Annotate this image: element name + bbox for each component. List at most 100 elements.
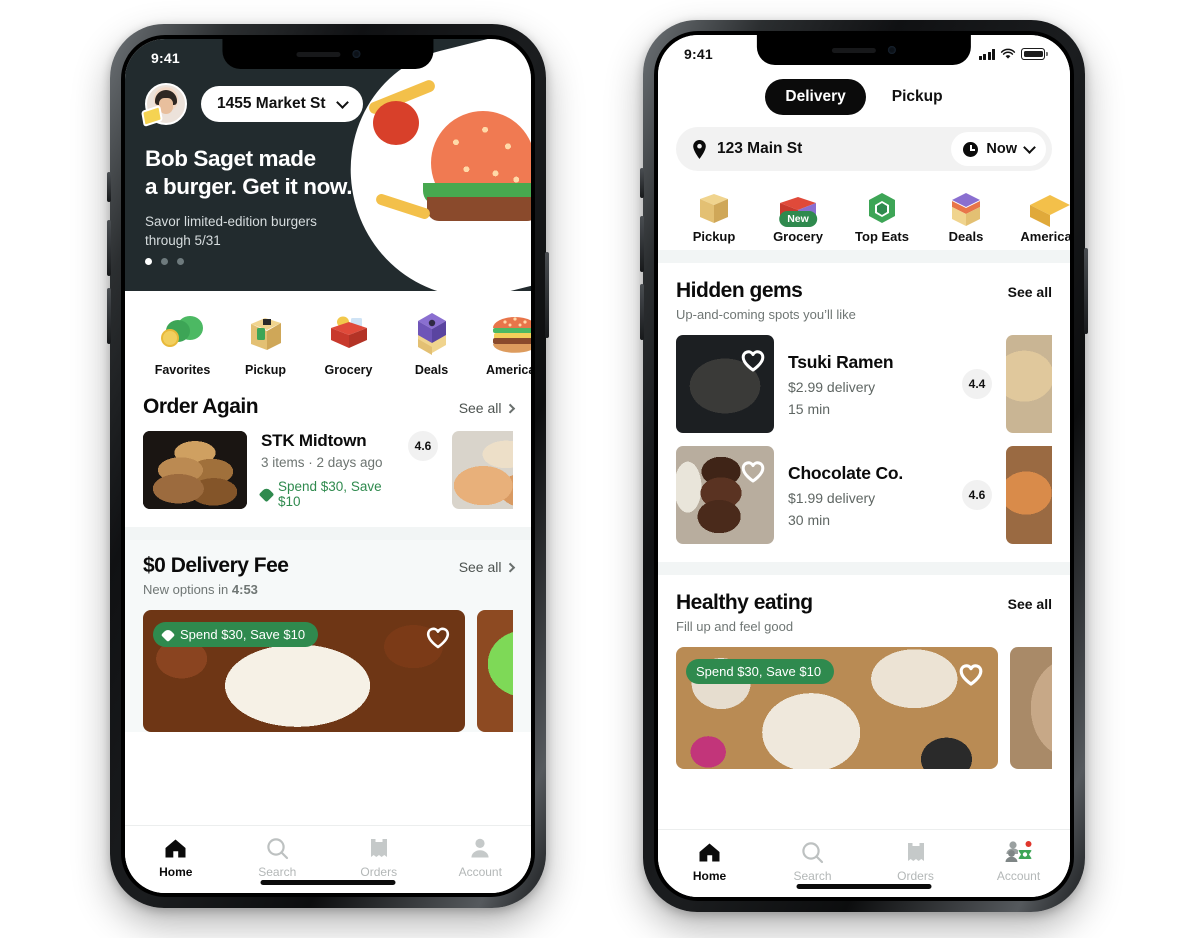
rating-badge: 4.6 <box>962 480 992 510</box>
segment-pickup[interactable]: Pickup <box>872 79 963 115</box>
location-bar[interactable]: 123 Main St Now <box>676 127 1052 171</box>
healthy-eating-carousel[interactable]: Spend $30, Save $10 <box>676 647 1052 769</box>
tab-label: Orders <box>360 865 398 879</box>
promo-restaurant-card-peek[interactable] <box>1010 647 1052 769</box>
chevron-down-icon <box>1023 140 1036 154</box>
promo-row: Spend $30, Save $10 <box>258 479 390 509</box>
search-icon <box>761 839 864 865</box>
carousel-dots[interactable] <box>145 258 184 265</box>
gem-card-peek[interactable] <box>1006 335 1052 433</box>
promo-badge: Spend $30, Save $10 <box>686 659 835 684</box>
tab-orders[interactable]: Orders <box>328 835 430 879</box>
section-subtitle: Up-and-coming spots you’ll like <box>676 307 856 322</box>
schedule-selector[interactable]: Now <box>951 132 1046 166</box>
promo-badge: Spend $30, Save $10 <box>153 622 319 647</box>
volume-up-button[interactable] <box>107 220 111 276</box>
location-pin-icon <box>693 139 706 159</box>
order-again-list[interactable]: STK Midtown 3 items · 2 days ago Spend $… <box>143 431 513 509</box>
carousel-dot-1[interactable] <box>145 258 152 265</box>
tab-account[interactable]: Account <box>967 839 1070 883</box>
order-again-card[interactable]: STK Midtown 3 items · 2 days ago Spend $… <box>143 431 438 509</box>
status-time: 9:41 <box>684 46 713 62</box>
tab-orders[interactable]: Orders <box>864 839 967 883</box>
healthy-eating-section: Healthy eating Fill up and feel good See… <box>658 575 1070 769</box>
tab-home[interactable]: Home <box>658 839 761 883</box>
promo-restaurant-card-peek[interactable] <box>477 610 513 732</box>
category-grocery[interactable]: New Grocery <box>756 181 840 244</box>
volume-down-button[interactable] <box>107 288 111 344</box>
carousel-dot-3[interactable] <box>177 258 184 265</box>
restaurant-thumbnail <box>143 431 247 509</box>
heart-outline-icon[interactable] <box>425 624 451 650</box>
heart-outline-icon[interactable] <box>740 347 766 373</box>
order-again-info: STK Midtown 3 items · 2 days ago Spend $… <box>258 431 390 509</box>
volume-up-button[interactable] <box>640 216 644 272</box>
category-row[interactable]: Pickup New Grocery Top Eats Deals Americ… <box>658 181 1070 250</box>
promo-restaurant-card[interactable]: Spend $30, Save $10 <box>676 647 998 769</box>
segment-delivery[interactable]: Delivery <box>765 79 866 115</box>
category-american[interactable]: American <box>473 305 531 377</box>
gem-list-item[interactable]: Tsuki Ramen $2.99 delivery 15 min 4.4 <box>676 335 1052 433</box>
hero-title: Bob Saget made a burger. Get it now. <box>145 145 511 202</box>
heart-outline-icon[interactable] <box>740 458 766 484</box>
search-icon <box>227 835 329 861</box>
tab-label: Search <box>793 869 832 883</box>
heart-outline-icon[interactable] <box>958 661 984 687</box>
tab-search[interactable]: Search <box>761 839 864 883</box>
volume-down-button[interactable] <box>640 284 644 340</box>
category-american[interactable]: American <box>1008 181 1070 244</box>
hero-subtitle-line2: through 5/31 <box>145 233 221 249</box>
home-indicator[interactable] <box>260 880 396 885</box>
rating-badge: 4.6 <box>408 431 438 461</box>
category-grocery[interactable]: Grocery <box>307 305 390 377</box>
delivery-fee-text: $1.99 delivery <box>788 489 876 506</box>
gem-list-item[interactable]: Chocolate Co. $1.99 delivery 30 min 4.6 <box>676 446 1052 544</box>
hero-banner[interactable]: 1455 Market St Bob Saget made a burger. … <box>125 39 531 291</box>
delivery-fee-carousel[interactable]: Spend $30, Save $10 <box>143 610 513 732</box>
mute-switch[interactable] <box>107 172 111 202</box>
category-label: Top Eats <box>855 229 909 244</box>
category-top-eats[interactable]: Top Eats <box>840 181 924 244</box>
carousel-dot-2[interactable] <box>161 258 168 265</box>
category-label: Deals <box>948 229 984 244</box>
category-deals[interactable]: Deals <box>390 305 473 377</box>
tab-label: Search <box>258 865 297 879</box>
category-deals[interactable]: Deals <box>924 181 1008 244</box>
section-title: Order Again <box>143 395 259 418</box>
tab-home[interactable]: Home <box>125 835 227 879</box>
tab-account[interactable]: Account <box>430 835 532 879</box>
profile-avatar[interactable] <box>141 83 187 128</box>
see-all-label: See all <box>1007 596 1052 612</box>
left-phone-screen: 9:41 1455 Market St Bob Saget made a bur… <box>125 39 531 893</box>
schedule-label: Now <box>986 141 1017 157</box>
grocery-basket-icon: New <box>756 181 840 227</box>
promo-badge-label: Spend $30, Save $10 <box>696 664 822 679</box>
mute-switch[interactable] <box>640 168 644 198</box>
power-button[interactable] <box>545 252 549 338</box>
home-indicator[interactable] <box>796 884 932 889</box>
gem-card-peek[interactable] <box>1006 446 1052 544</box>
order-again-card-peek[interactable] <box>452 431 513 509</box>
category-pickup[interactable]: Pickup <box>224 305 307 377</box>
tab-label: Home <box>159 865 193 879</box>
category-row[interactable]: Favorites Pickup Grocery Deals Americ <box>125 291 531 385</box>
power-button[interactable] <box>1084 248 1088 334</box>
category-favorites[interactable]: Favorites <box>141 305 224 377</box>
timer-prefix: New options in <box>143 582 232 597</box>
category-pickup[interactable]: Pickup <box>672 181 756 244</box>
restaurant-name: Tsuki Ramen <box>788 351 894 372</box>
right-phone-bezel: 9:41 Delivery Pickup 123 Main St Now Pic… <box>654 31 1074 901</box>
delivery-fee-section: $0 Delivery Fee New options in 4:53 See … <box>125 540 531 732</box>
tab-label: Account <box>996 869 1041 883</box>
see-all-label: See all <box>458 400 502 416</box>
see-all-delivery-fee[interactable]: See all <box>459 554 515 575</box>
address-selector[interactable]: 1455 Market St <box>201 86 363 122</box>
deals-store-icon <box>924 181 1008 226</box>
see-all-hidden-gems[interactable]: See all <box>1008 279 1052 300</box>
category-label: Grocery <box>324 363 373 377</box>
tab-search[interactable]: Search <box>227 835 329 879</box>
category-label: Deals <box>414 363 449 377</box>
see-all-healthy-eating[interactable]: See all <box>1008 591 1052 612</box>
promo-restaurant-card[interactable]: Spend $30, Save $10 <box>143 610 465 732</box>
see-all-order-again[interactable]: See all <box>458 395 515 416</box>
